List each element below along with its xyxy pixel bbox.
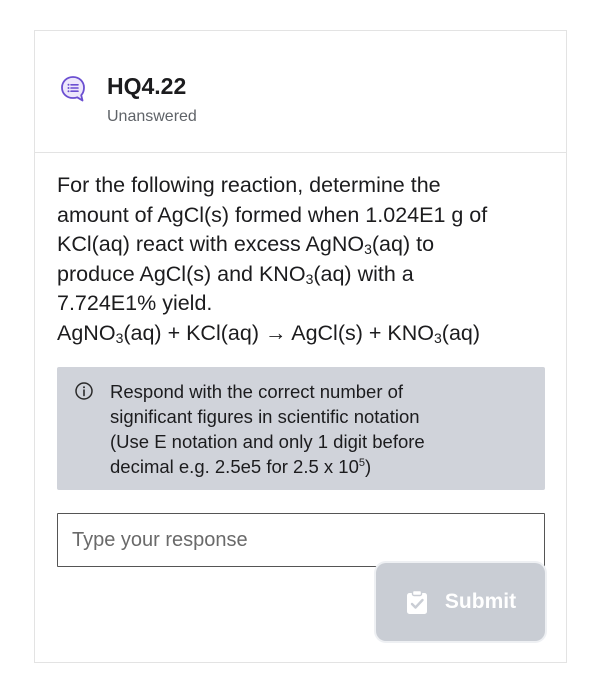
prompt-line: KCl(aq) react with excess AgNO3(aq) to bbox=[57, 232, 435, 257]
prompt-line: amount of AgCl(s) formed when 1.024E1 g … bbox=[57, 202, 488, 227]
prompt-line: For the following reaction, determine th… bbox=[57, 173, 441, 197]
prompt-line: 7.724E1% yield. bbox=[57, 291, 213, 315]
hint-box: Respond with the correct number of signi… bbox=[57, 367, 545, 490]
hint-text: Respond with the correct number of signi… bbox=[110, 381, 425, 477]
question-body: For the following reaction, determine th… bbox=[57, 171, 552, 348]
response-input[interactable] bbox=[57, 513, 545, 567]
submit-label: Submit bbox=[444, 590, 517, 613]
question-title: HQ4.22 bbox=[107, 73, 187, 99]
clipboard-check-icon bbox=[405, 589, 429, 615]
reaction-equation: AgNO3(aq) + KCl(aq) → AgCl(s) + KNO3(aq) bbox=[57, 320, 481, 346]
info-icon bbox=[74, 381, 94, 401]
question-card: HQ4.22 Unanswered For the following reac… bbox=[34, 30, 567, 663]
prompt-line: produce AgCl(s) and KNO3(aq) with a bbox=[57, 261, 414, 287]
question-header: HQ4.22 Unanswered bbox=[35, 31, 566, 153]
chat-bubble-list-icon bbox=[60, 75, 86, 103]
question-prompt: For the following reaction, determine th… bbox=[57, 171, 552, 348]
question-status: Unanswered bbox=[107, 108, 197, 125]
submit-button[interactable]: Submit bbox=[376, 563, 545, 641]
